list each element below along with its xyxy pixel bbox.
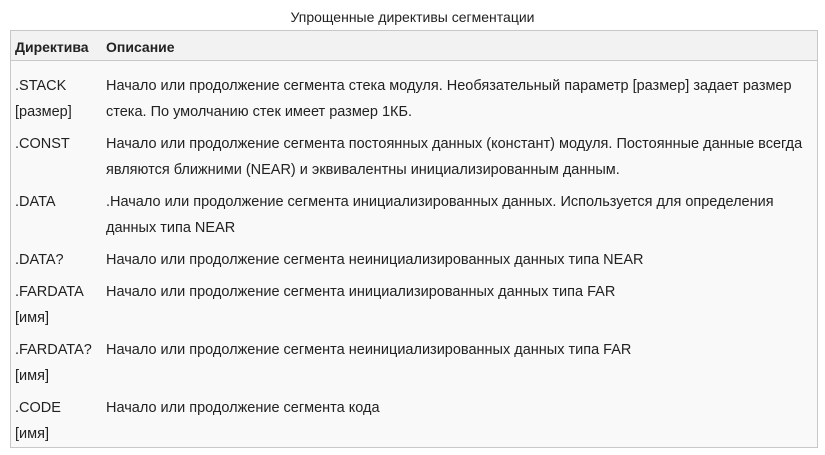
header-directive: Директива	[15, 39, 89, 55]
directives-table: Директива Описание .STACK [размер] Начал…	[10, 30, 818, 448]
table-row: .DATA .Начало или продолжение сегмента и…	[11, 189, 817, 241]
description-cell: Начало или продолжение сегмента неинициа…	[106, 342, 632, 358]
header-description: Описание	[106, 39, 175, 55]
directive-cell: .DATA	[15, 194, 56, 210]
description-cell: .Начало или продолжение сегмента инициал…	[106, 194, 774, 236]
directive-cell: .FARDATA [имя]	[15, 284, 84, 326]
table-row: .STACK [размер] Начало или продолжение с…	[11, 73, 817, 125]
description-cell: Начало или продолжение сегмента кода	[106, 400, 380, 416]
description-cell: Начало или продолжение сегмента стека мо…	[106, 78, 792, 120]
description-cell: Начало или продолжение сегмента инициали…	[106, 284, 616, 300]
table-caption: Упрощенные директивы сегментации	[290, 9, 535, 25]
table-row: .CONST Начало или продолжение сегмента п…	[11, 131, 817, 183]
directive-cell: .FARDATA? [имя]	[15, 342, 92, 384]
directive-cell: .DATA?	[15, 252, 64, 268]
directive-cell: .STACK [размер]	[15, 78, 72, 120]
table-row: .FARDATA? [имя] Начало или продолжение с…	[11, 337, 817, 389]
description-cell: Начало или продолжение сегмента постоянн…	[106, 136, 803, 178]
description-cell: Начало или продолжение сегмента неинициа…	[106, 252, 644, 268]
directive-cell: .CODE [имя]	[15, 400, 61, 442]
directive-cell: .CONST	[15, 136, 70, 152]
table-header-row: Директива Описание	[11, 31, 817, 61]
table-row: .CODE [имя] Начало или продолжение сегме…	[11, 395, 817, 447]
table-row: .DATA? Начало или продолжение сегмента н…	[11, 247, 817, 273]
table-row: .FARDATA [имя] Начало или продолжение се…	[11, 279, 817, 331]
